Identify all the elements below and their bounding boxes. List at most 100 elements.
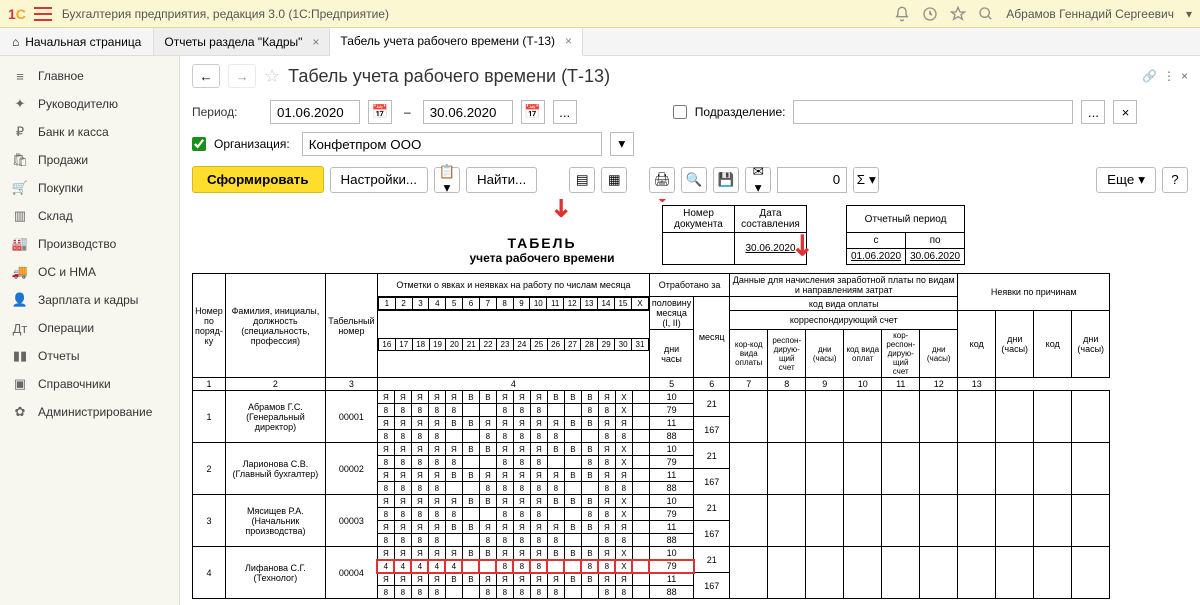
search-icon[interactable] [978, 6, 994, 22]
sidebar-item[interactable]: 🛒 Покупки [0, 174, 179, 202]
date-from-input[interactable] [270, 100, 360, 124]
sidebar: ≡ Главное ✦ Руководителю ₽ Банк и касса 🛍 Прода… [0, 56, 180, 605]
home-icon: ⌂ [12, 35, 19, 49]
link-icon[interactable]: 🔗 [1142, 69, 1157, 83]
user-name[interactable]: Абрамов Геннадий Сергеевич [1006, 7, 1174, 21]
back-button[interactable]: ← [192, 64, 220, 88]
document-title: ТАБЕЛЬ учета рабочего времени [392, 235, 692, 265]
close-icon[interactable]: × [565, 34, 572, 48]
subdivision-input[interactable] [793, 100, 1073, 124]
home-tab-label: Начальная страница [25, 35, 141, 49]
sidebar-icon: Дт [12, 320, 28, 336]
sidebar-icon: 👤 [12, 292, 28, 308]
history-icon[interactable] [922, 6, 938, 22]
home-tab[interactable]: ⌂ Начальная страница [0, 28, 154, 55]
sidebar-item[interactable]: ≡ Главное [0, 62, 179, 90]
burger-icon[interactable] [34, 7, 52, 21]
sidebar-label: Банк и касса [38, 125, 109, 139]
generate-button[interactable]: Сформировать [192, 166, 324, 193]
sidebar-icon: 🏭 [12, 236, 28, 252]
tab-label: Табель учета рабочего времени (Т-13) [340, 34, 555, 48]
sidebar-item[interactable]: ✿Администрирование [0, 398, 179, 426]
help-button[interactable]: ? [1162, 167, 1188, 193]
more-button[interactable]: Еще ▾ [1096, 167, 1156, 193]
organization-checkbox[interactable] [192, 137, 206, 151]
timesheet-table: Номер по поряд-ку Фамилия, инициалы, дол… [192, 273, 1110, 599]
settings-button[interactable]: Настройки... [330, 167, 428, 193]
sidebar-label: ОС и НМА [38, 265, 96, 279]
print-button[interactable]: 🖨 [649, 167, 675, 193]
table-row: 1 Абрамов Г.С. (Генеральный директор) 00… [193, 391, 1110, 404]
copy-settings-button[interactable]: 📋▾ [434, 167, 460, 193]
sidebar-icon: 🚚 [12, 264, 28, 280]
organization-label: Организация: [214, 137, 290, 151]
close-icon[interactable]: × [312, 35, 319, 49]
calendar-from-button[interactable]: 📅 [368, 100, 392, 124]
organization-dropdown-button[interactable]: ▾ [610, 132, 634, 156]
sidebar-icon: ▣ [12, 376, 28, 392]
subdivision-checkbox[interactable] [673, 105, 687, 119]
favorite-star-icon[interactable]: ☆ [264, 66, 280, 87]
period-picker-button[interactable]: ... [553, 100, 577, 124]
dash: – [400, 105, 415, 119]
sidebar-item[interactable]: ▣ Справочники [0, 370, 179, 398]
date-to-input[interactable] [423, 100, 513, 124]
sidebar-label: Руководителю [38, 97, 118, 111]
bell-icon[interactable] [894, 6, 910, 22]
table-row: 3 Мясищев Р.А. (Начальник производства) … [193, 495, 1110, 508]
expand-groups-button[interactable]: ▤ [569, 167, 595, 193]
annotation-arrow: ↘ [542, 199, 582, 225]
subdivision-pick-button[interactable]: ... [1081, 100, 1105, 124]
sidebar-label: Покупки [38, 181, 83, 195]
sidebar-label: Продажи [38, 153, 88, 167]
sidebar-item[interactable]: 🚚 ОС и НМА [0, 258, 179, 286]
tab-label: Отчеты раздела "Кадры" [164, 35, 302, 49]
forward-button[interactable]: → [228, 64, 256, 88]
save-button[interactable]: 💾 [713, 167, 739, 193]
sidebar-item[interactable]: ✦ Руководителю [0, 90, 179, 118]
tabsbar: ⌂ Начальная страница Отчеты раздела "Кад… [0, 28, 1200, 56]
sidebar-label: Производство [38, 237, 116, 251]
tab-reports-kadry[interactable]: Отчеты раздела "Кадры" × [154, 28, 330, 55]
user-dropdown-icon[interactable]: ▾ [1186, 7, 1192, 21]
sidebar-label: Зарплата и кадры [38, 293, 138, 307]
calendar-to-button[interactable]: 📅 [521, 100, 545, 124]
sidebar-icon: 🛒 [12, 180, 28, 196]
content: ← → ☆ Табель учета рабочего времени (Т-1… [180, 56, 1200, 605]
table-row: 2 Ларионова С.В. (Главный бухгалтер) 000… [193, 443, 1110, 456]
sidebar-label: Главное [38, 69, 84, 83]
app-title: Бухгалтерия предприятия, редакция 3.0 (1… [62, 7, 389, 21]
titlebar: 1C Бухгалтерия предприятия, редакция 3.0… [0, 0, 1200, 28]
table-row: 4 Лифанова С.Г. (Технолог) 00004 ЯЯЯЯЯВВ… [193, 547, 1110, 560]
preview-button[interactable]: 🔍 [681, 167, 707, 193]
sigma-button[interactable]: Σ▾ [853, 167, 879, 193]
sum-input[interactable] [777, 167, 847, 193]
sidebar-item[interactable]: ₽ Банк и касса [0, 118, 179, 146]
sidebar-item[interactable]: ДтОперации [0, 314, 179, 342]
subdivision-clear-button[interactable]: × [1113, 100, 1137, 124]
sidebar-label: Склад [38, 209, 73, 223]
sidebar-item[interactable]: ▮▮Отчеты [0, 342, 179, 370]
report-area[interactable]: ↘ ↖ ↖ Номер документа Дата составления О… [180, 199, 1200, 605]
sidebar-label: Справочники [38, 377, 111, 391]
sidebar-icon: ▥ [12, 208, 28, 224]
tab-timesheet[interactable]: Табель учета рабочего времени (Т-13) × [330, 28, 583, 56]
sidebar-icon: ₽ [12, 124, 28, 140]
sidebar-item[interactable]: 🛍 Продажи [0, 146, 179, 174]
sidebar-item[interactable]: 🏭 Производство [0, 230, 179, 258]
logo-1c: 1C [8, 6, 26, 22]
collapse-groups-button[interactable]: ▦ [601, 167, 627, 193]
more-menu-icon[interactable]: ⋮ [1163, 69, 1175, 83]
document-header-table: Номер документа Дата составления Отчетны… [662, 205, 965, 265]
sidebar-icon: 🛍 [12, 152, 28, 168]
sidebar-icon: ✿ [12, 404, 28, 420]
close-page-icon[interactable]: × [1181, 69, 1188, 83]
star-icon[interactable] [950, 6, 966, 22]
sidebar-icon: ≡ [12, 68, 28, 84]
send-button[interactable]: ✉▾ [745, 167, 771, 193]
sidebar-item[interactable]: 👤 Зарплата и кадры [0, 286, 179, 314]
sidebar-item[interactable]: ▥ Склад [0, 202, 179, 230]
organization-input[interactable] [302, 132, 602, 156]
find-button[interactable]: Найти... [466, 167, 537, 193]
sidebar-icon: ✦ [12, 96, 28, 112]
